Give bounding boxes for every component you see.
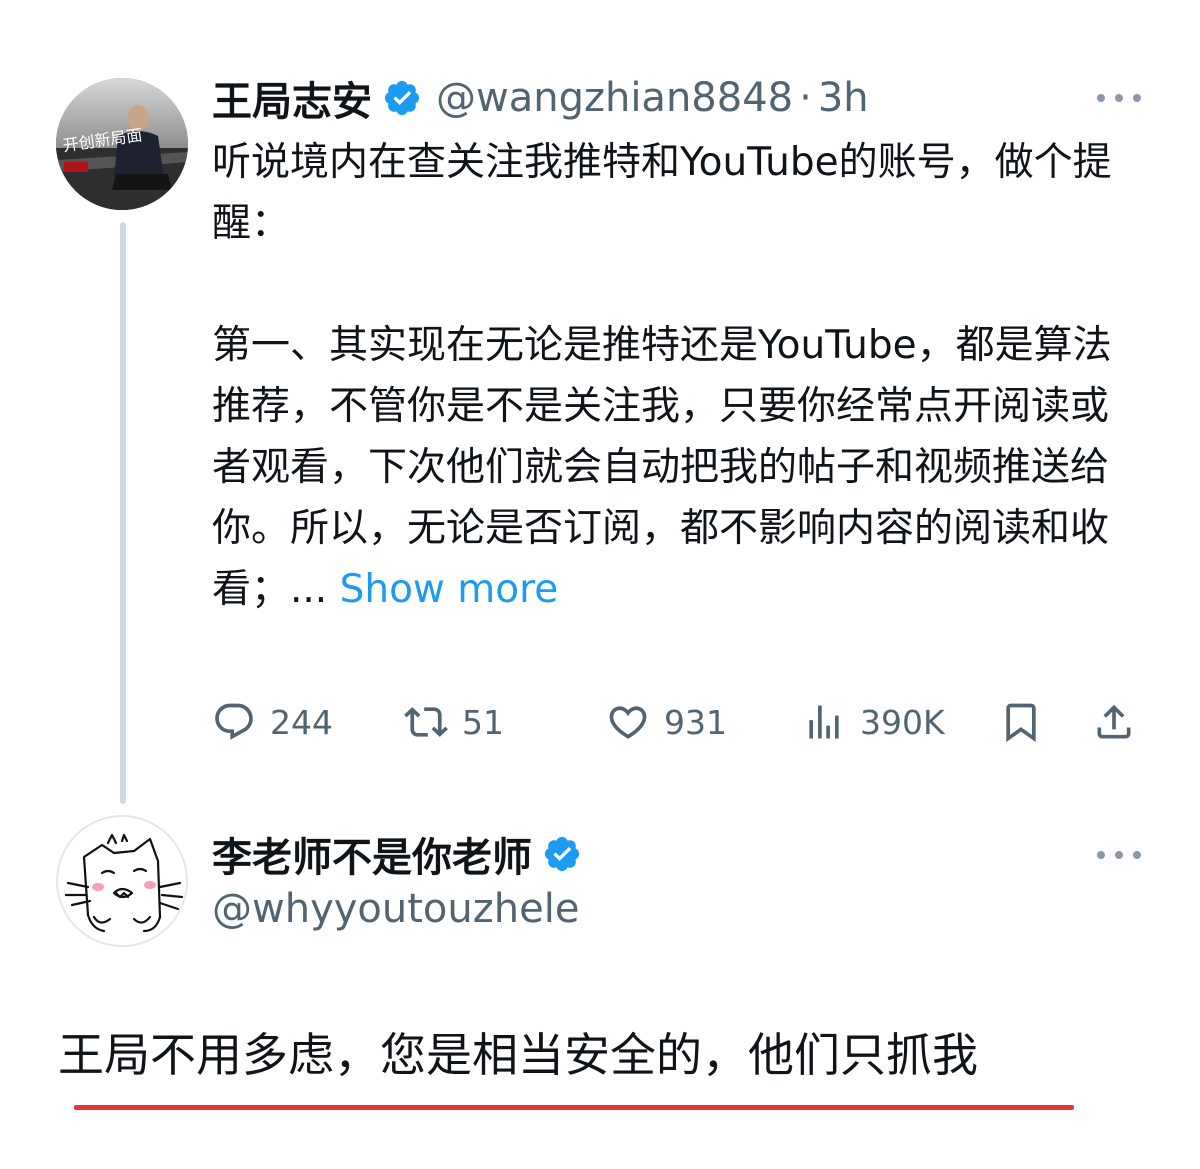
avatar[interactable]: 开创新局面 — [56, 78, 188, 210]
reply-button[interactable]: 244 — [212, 695, 333, 749]
tweet-paragraph: 第一、其实现在无论是推特还是YouTube，都是算法推荐，不管你是不是关注我，只… — [212, 315, 1117, 620]
reply-count: 244 — [270, 702, 333, 742]
more-icon[interactable] — [1097, 88, 1141, 108]
thread-line — [120, 222, 126, 804]
handle[interactable]: @whyyoutouzhele — [212, 886, 579, 932]
verified-badge-icon — [384, 80, 420, 116]
more-icon[interactable] — [1097, 845, 1141, 865]
retweet-button[interactable]: 51 — [404, 695, 504, 749]
bookmark-icon — [1006, 703, 1036, 743]
reply-text: 王局不用多虑，您是相当安全的，他们只抓我 — [58, 1028, 978, 1082]
red-underline — [74, 1105, 1074, 1110]
verified-badge-icon — [544, 836, 580, 872]
like-icon — [609, 706, 647, 739]
timestamp[interactable]: 3h — [818, 75, 869, 121]
like-button[interactable]: 931 — [606, 695, 727, 749]
display-name[interactable]: 李老师不是你老师 — [212, 825, 532, 883]
views-button[interactable]: 390K — [802, 695, 945, 749]
share-icon — [1097, 704, 1131, 739]
handle[interactable]: @wangzhian8848 — [436, 75, 793, 121]
tweet-text: 听说境内在查关注我推特和YouTube的账号，做个提醒： 第一、其实现在无论是推… — [212, 132, 1117, 620]
reply-icon — [215, 703, 253, 740]
retweet-count: 51 — [462, 702, 504, 742]
bookmark-button[interactable] — [999, 695, 1043, 749]
share-button[interactable] — [1092, 695, 1136, 749]
views-icon — [809, 705, 839, 739]
tweet-paragraph: 听说境内在查关注我推特和YouTube的账号，做个提醒： — [212, 140, 1112, 246]
views-count: 390K — [860, 702, 945, 742]
avatar-photo: 开创新局面 — [56, 78, 188, 210]
display-name[interactable]: 王局志安 — [212, 69, 372, 127]
action-bar: 244 51 931 390K — [212, 695, 1142, 749]
separator-dot: · — [799, 75, 812, 121]
avatar[interactable] — [56, 815, 188, 947]
tweet-header: 王局志安 @wangzhian8848 · 3h — [212, 73, 869, 125]
retweet-icon — [404, 707, 448, 737]
show-more-link[interactable]: Show more — [340, 567, 559, 612]
reply-header: 李老师不是你老师 — [212, 829, 582, 881]
cat-doodle-avatar — [64, 833, 184, 933]
like-count: 931 — [664, 702, 727, 742]
